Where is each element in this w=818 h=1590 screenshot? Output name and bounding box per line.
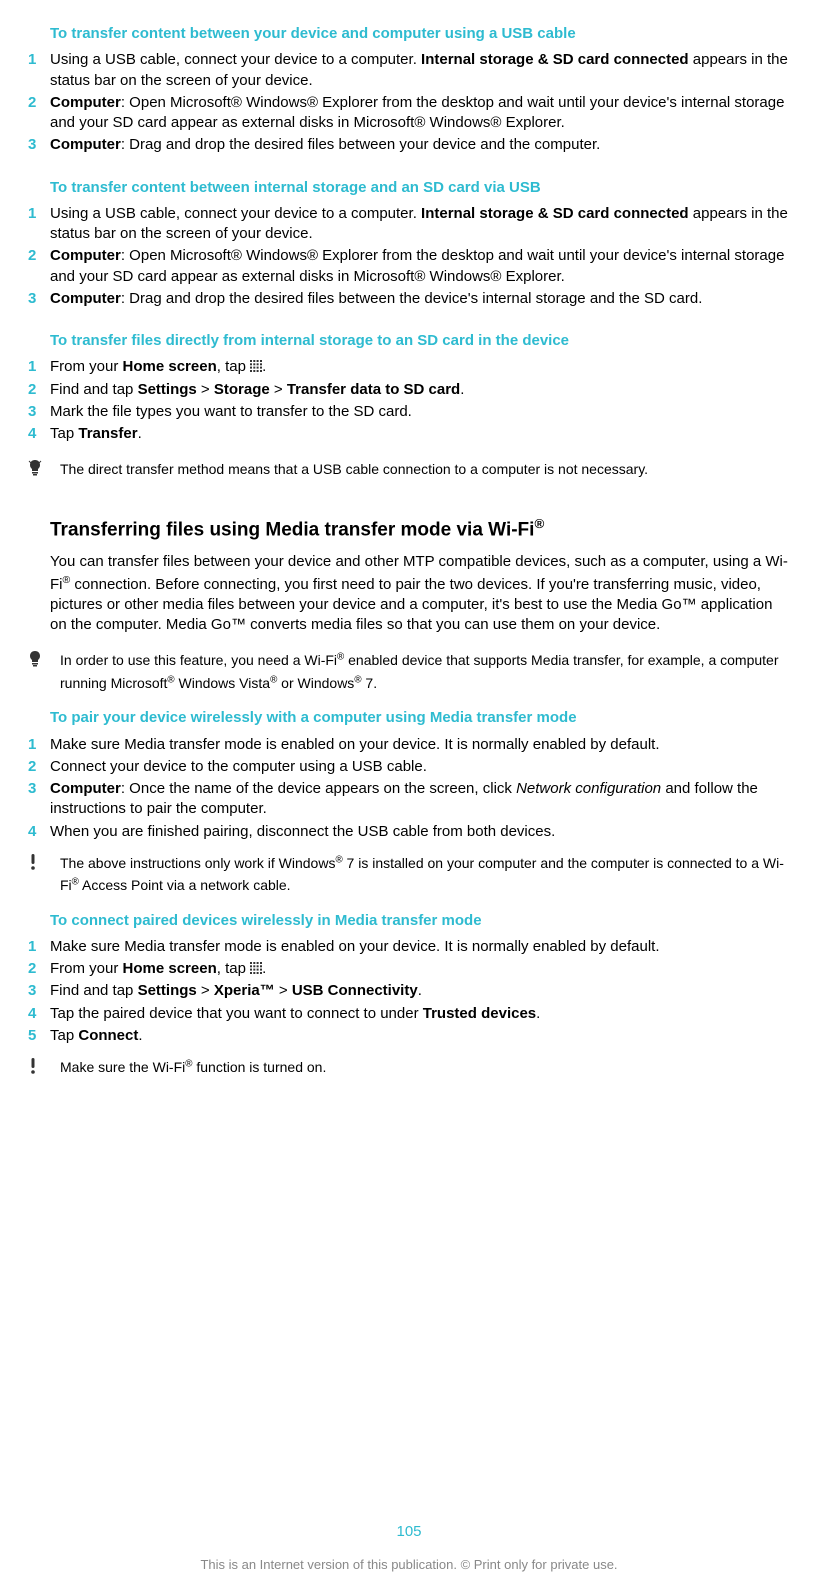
step-number: 4 bbox=[28, 1004, 50, 1024]
step-text: Using a USB cable, connect your device t… bbox=[50, 50, 790, 91]
step-text: Computer: Once the name of the device ap… bbox=[50, 779, 790, 820]
step-text: Connect your device to the computer usin… bbox=[50, 757, 790, 777]
step-text: Computer: Drag and drop the desired file… bbox=[50, 289, 790, 309]
step-number: 3 bbox=[28, 779, 50, 820]
step: 3 Computer: Once the name of the device … bbox=[28, 779, 790, 820]
step-number: 1 bbox=[28, 735, 50, 755]
step: 1 Make sure Media transfer mode is enabl… bbox=[28, 735, 790, 755]
step-text: Computer: Open Microsoft® Windows® Explo… bbox=[50, 93, 790, 134]
step: 2 Connect your device to the computer us… bbox=[28, 757, 790, 777]
tip: The direct transfer method means that a … bbox=[28, 458, 790, 482]
lightbulb-icon bbox=[28, 458, 60, 482]
heading: To pair your device wirelessly with a co… bbox=[50, 708, 790, 728]
step-number: 4 bbox=[28, 424, 50, 444]
apps-icon bbox=[250, 358, 262, 370]
step-number: 1 bbox=[28, 937, 50, 957]
step: 1 From your Home screen, tap . bbox=[28, 357, 790, 377]
heading: To connect paired devices wirelessly in … bbox=[50, 911, 790, 931]
tip: In order to use this feature, you need a… bbox=[28, 649, 790, 694]
section-title: Transferring files using Media transfer … bbox=[50, 515, 790, 543]
step-number: 1 bbox=[28, 50, 50, 91]
step-number: 2 bbox=[28, 246, 50, 287]
footer-note: This is an Internet version of this publ… bbox=[0, 1556, 818, 1574]
step: 3 Computer: Drag and drop the desired fi… bbox=[28, 289, 790, 309]
step: 4 Tap Transfer. bbox=[28, 424, 790, 444]
step-number: 3 bbox=[28, 402, 50, 422]
step-text: Tap Transfer. bbox=[50, 424, 790, 444]
step-text: From your Home screen, tap . bbox=[50, 959, 790, 979]
step-number: 1 bbox=[28, 357, 50, 377]
step: 5 Tap Connect. bbox=[28, 1026, 790, 1046]
step-number: 2 bbox=[28, 93, 50, 134]
step: 3 Mark the file types you want to transf… bbox=[28, 402, 790, 422]
step-number: 2 bbox=[28, 757, 50, 777]
step-text: When you are finished pairing, disconnec… bbox=[50, 822, 790, 842]
step-text: Find and tap Settings > Xperia™ > USB Co… bbox=[50, 981, 790, 1001]
step-number: 4 bbox=[28, 822, 50, 842]
exclamation-icon bbox=[28, 852, 60, 897]
step: 2 From your Home screen, tap . bbox=[28, 959, 790, 979]
step: 3 Find and tap Settings > Xperia™ > USB … bbox=[28, 981, 790, 1001]
step-text: Tap the paired device that you want to c… bbox=[50, 1004, 790, 1024]
step-number: 1 bbox=[28, 204, 50, 245]
step-text: Mark the file types you want to transfer… bbox=[50, 402, 790, 422]
step: 2 Computer: Open Microsoft® Windows® Exp… bbox=[28, 93, 790, 134]
step-number: 2 bbox=[28, 959, 50, 979]
body-paragraph: You can transfer files between your devi… bbox=[50, 552, 790, 635]
step-number: 3 bbox=[28, 135, 50, 155]
tip-text: In order to use this feature, you need a… bbox=[60, 649, 790, 694]
step-number: 3 bbox=[28, 289, 50, 309]
warning: Make sure the Wi-Fi® function is turned … bbox=[28, 1056, 790, 1080]
heading: To transfer content between internal sto… bbox=[50, 178, 790, 198]
step: 1 Using a USB cable, connect your device… bbox=[28, 204, 790, 245]
tip-text: The direct transfer method means that a … bbox=[60, 458, 790, 482]
warning: The above instructions only work if Wind… bbox=[28, 852, 790, 897]
step: 1 Make sure Media transfer mode is enabl… bbox=[28, 937, 790, 957]
step: 4 Tap the paired device that you want to… bbox=[28, 1004, 790, 1024]
heading: To transfer files directly from internal… bbox=[50, 331, 790, 351]
exclamation-icon bbox=[28, 1056, 60, 1080]
step-text: Make sure Media transfer mode is enabled… bbox=[50, 735, 790, 755]
tip-text: Make sure the Wi-Fi® function is turned … bbox=[60, 1056, 790, 1080]
step-number: 5 bbox=[28, 1026, 50, 1046]
step: 3 Computer: Drag and drop the desired fi… bbox=[28, 135, 790, 155]
apps-icon bbox=[250, 960, 262, 972]
step-text: From your Home screen, tap . bbox=[50, 357, 790, 377]
step: 4 When you are finished pairing, disconn… bbox=[28, 822, 790, 842]
lightbulb-icon bbox=[28, 649, 60, 694]
step-number: 2 bbox=[28, 380, 50, 400]
step-text: Computer: Open Microsoft® Windows® Explo… bbox=[50, 246, 790, 287]
step-text: Tap Connect. bbox=[50, 1026, 790, 1046]
step: 1 Using a USB cable, connect your device… bbox=[28, 50, 790, 91]
heading: To transfer content between your device … bbox=[50, 24, 790, 44]
step-text: Computer: Drag and drop the desired file… bbox=[50, 135, 790, 155]
step-text: Make sure Media transfer mode is enabled… bbox=[50, 937, 790, 957]
page-number: 105 bbox=[0, 1522, 818, 1542]
tip-text: The above instructions only work if Wind… bbox=[60, 852, 790, 897]
step-text: Using a USB cable, connect your device t… bbox=[50, 204, 790, 245]
step-number: 3 bbox=[28, 981, 50, 1001]
step-text: Find and tap Settings > Storage > Transf… bbox=[50, 380, 790, 400]
step: 2 Find and tap Settings > Storage > Tran… bbox=[28, 380, 790, 400]
step: 2 Computer: Open Microsoft® Windows® Exp… bbox=[28, 246, 790, 287]
